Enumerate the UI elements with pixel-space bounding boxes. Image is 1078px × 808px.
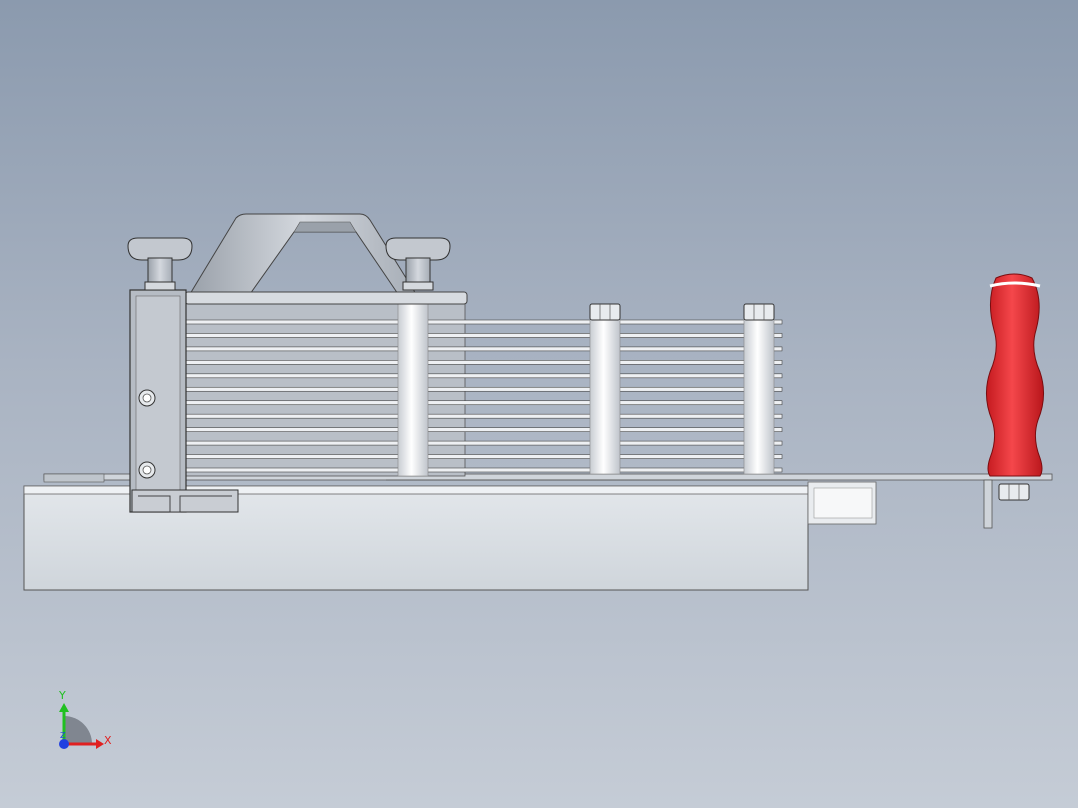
blade-assembly — [184, 299, 783, 477]
pusher-arch-handle[interactable] — [189, 213, 417, 295]
z-axis-dot-icon — [59, 739, 69, 749]
blade — [185, 386, 783, 392]
x-axis-label: X — [104, 734, 112, 747]
y-axis-label: Y — [58, 689, 66, 702]
blade — [185, 427, 783, 432]
hex-nut-icon — [998, 483, 1030, 501]
red-handle[interactable] — [986, 273, 1044, 477]
blade — [185, 319, 783, 325]
y-axis-arrow-icon — [59, 703, 69, 712]
hex-nut-icon — [589, 303, 621, 321]
cad-viewport[interactable]: X Y Z — [0, 0, 1078, 808]
view-triad: X Y Z — [58, 689, 112, 749]
x-axis-arrow-icon — [96, 739, 104, 749]
blade — [185, 360, 783, 365]
blade — [185, 373, 783, 379]
blade — [185, 440, 783, 446]
z-axis-label: Z — [60, 731, 66, 740]
blade — [185, 400, 783, 406]
star-knob-icon[interactable] — [127, 237, 193, 291]
blade — [185, 413, 783, 419]
blade — [185, 346, 783, 352]
blade — [185, 333, 783, 338]
blade — [185, 454, 783, 459]
hex-nut-icon — [743, 303, 775, 321]
blade — [185, 467, 783, 473]
cad-model-scene[interactable]: X Y Z — [0, 0, 1078, 808]
